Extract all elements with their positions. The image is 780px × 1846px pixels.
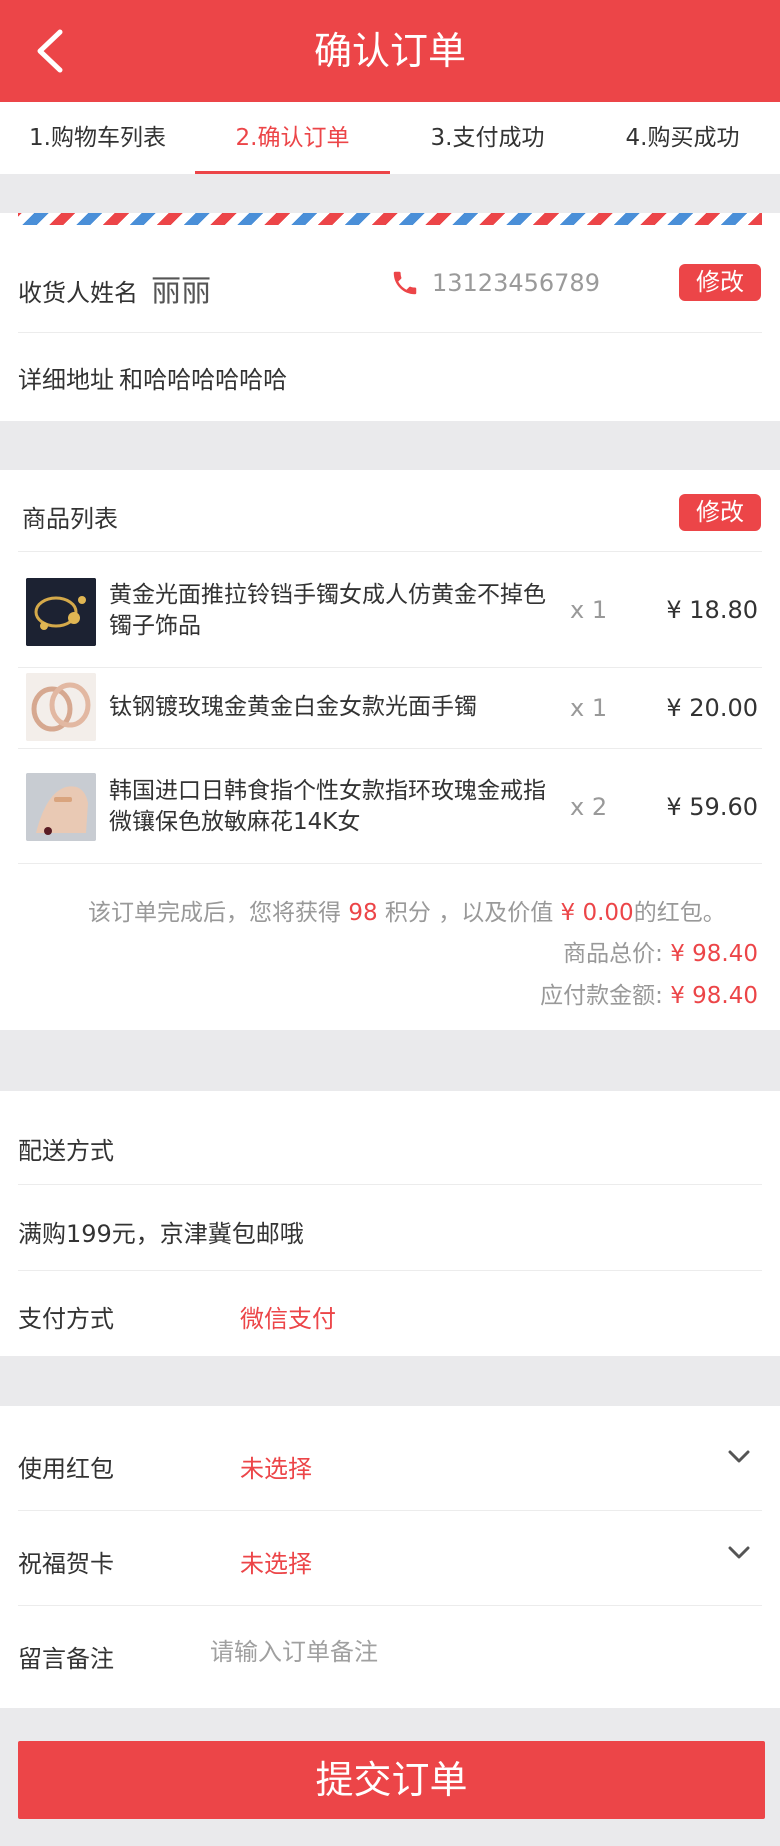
delivery-desc-row: 满购199元，京津冀包邮哦 [18, 1220, 304, 1248]
step-confirm-order[interactable]: 2.确认订单 [195, 102, 390, 174]
subtotal-line: 商品总价: ¥ 98.40 [563, 941, 758, 967]
product-thumb-bangle[interactable] [26, 673, 96, 741]
delivery-label-row: 配送方式 [18, 1137, 114, 1165]
product-qty: x 1 [570, 596, 608, 624]
product-qty: x 2 [570, 793, 608, 821]
divider [18, 1184, 762, 1185]
product-name[interactable]: 黄金光面推拉铃铛手镯女成人仿黄金不掉色镯子饰品 [109, 580, 554, 642]
product-price: ¥ 59.60 [666, 793, 758, 821]
detail-address-value: 和哈哈哈哈哈哈 [119, 366, 288, 394]
step-cart-list[interactable]: 1.购物车列表 [0, 102, 195, 174]
receiver-name-value: 丽丽 [151, 274, 212, 309]
receiver-phone: 13123456789 [390, 268, 600, 298]
detail-address-label: 详细地址 [18, 366, 114, 394]
chevron-down-icon[interactable] [728, 1546, 750, 1560]
divider [18, 1605, 762, 1606]
divider [18, 748, 762, 749]
redpacket-amount: ¥ 0.00 [560, 900, 634, 926]
divider [18, 551, 762, 552]
pay-method-row[interactable]: 支付方式 微信支付 [18, 1299, 762, 1334]
product-price: ¥ 20.00 [666, 694, 758, 722]
divider [18, 667, 762, 668]
product-price: ¥ 18.80 [666, 596, 758, 624]
greeting-card-value[interactable]: 未选择 [240, 1544, 312, 1579]
redpacket-value[interactable]: 未选择 [240, 1449, 312, 1484]
submit-order-button[interactable]: 提交订单 [18, 1741, 765, 1819]
chevron-down-icon[interactable] [728, 1450, 750, 1464]
remark-input[interactable] [210, 1634, 710, 1670]
points-value: 98 [348, 900, 378, 926]
edit-products-button[interactable]: 修改 [679, 494, 761, 531]
rose-gold-bangle-icon [26, 673, 96, 741]
product-thumb-ring[interactable] [26, 773, 96, 841]
ring-hand-icon [26, 773, 96, 841]
phone-number: 13123456789 [432, 269, 600, 297]
product-name[interactable]: 钛钢镀玫瑰金黄金白金女款光面手镯 [109, 692, 554, 723]
product-qty: x 1 [570, 694, 608, 722]
product-name[interactable]: 韩国进口日韩食指个性女款指环玫瑰金戒指微镶保色放敏麻花14K女 [109, 776, 554, 838]
greeting-card-row[interactable]: 祝福贺卡 未选择 [18, 1544, 762, 1579]
receiver-name-label: 收货人姓名 [18, 279, 138, 307]
divider [18, 332, 762, 333]
phone-icon [393, 271, 417, 295]
divider [18, 1510, 762, 1511]
header-bar: 确认订单 [0, 0, 780, 102]
step-purchase-success[interactable]: 4.购买成功 [585, 102, 780, 174]
payable-line: 应付款金额: ¥ 98.40 [540, 983, 758, 1009]
divider [18, 863, 762, 864]
detail-address-row: 详细地址 和哈哈哈哈哈哈 [18, 360, 762, 395]
bracelet-bells-icon [26, 578, 96, 646]
page-title: 确认订单 [313, 29, 466, 73]
edit-address-button[interactable]: 修改 [679, 264, 761, 301]
airmail-border [18, 213, 762, 225]
product-thumb-bracelet[interactable] [26, 578, 96, 646]
payable-value: ¥ 98.40 [670, 983, 758, 1009]
divider [18, 1270, 762, 1271]
redpacket-row[interactable]: 使用红包 未选择 [18, 1449, 762, 1484]
product-list-title: 商品列表 [22, 505, 118, 533]
points-note: 该订单完成后，您将获得 98 积分 ，以及价值 ¥ 0.00的红包。 [88, 900, 726, 926]
step-tabs: 1.购物车列表 2.确认订单 3.支付成功 4.购买成功 [0, 102, 780, 174]
step-payment-success[interactable]: 3.支付成功 [390, 102, 585, 174]
pay-method-value[interactable]: 微信支付 [240, 1299, 336, 1334]
subtotal-value: ¥ 98.40 [670, 941, 758, 967]
